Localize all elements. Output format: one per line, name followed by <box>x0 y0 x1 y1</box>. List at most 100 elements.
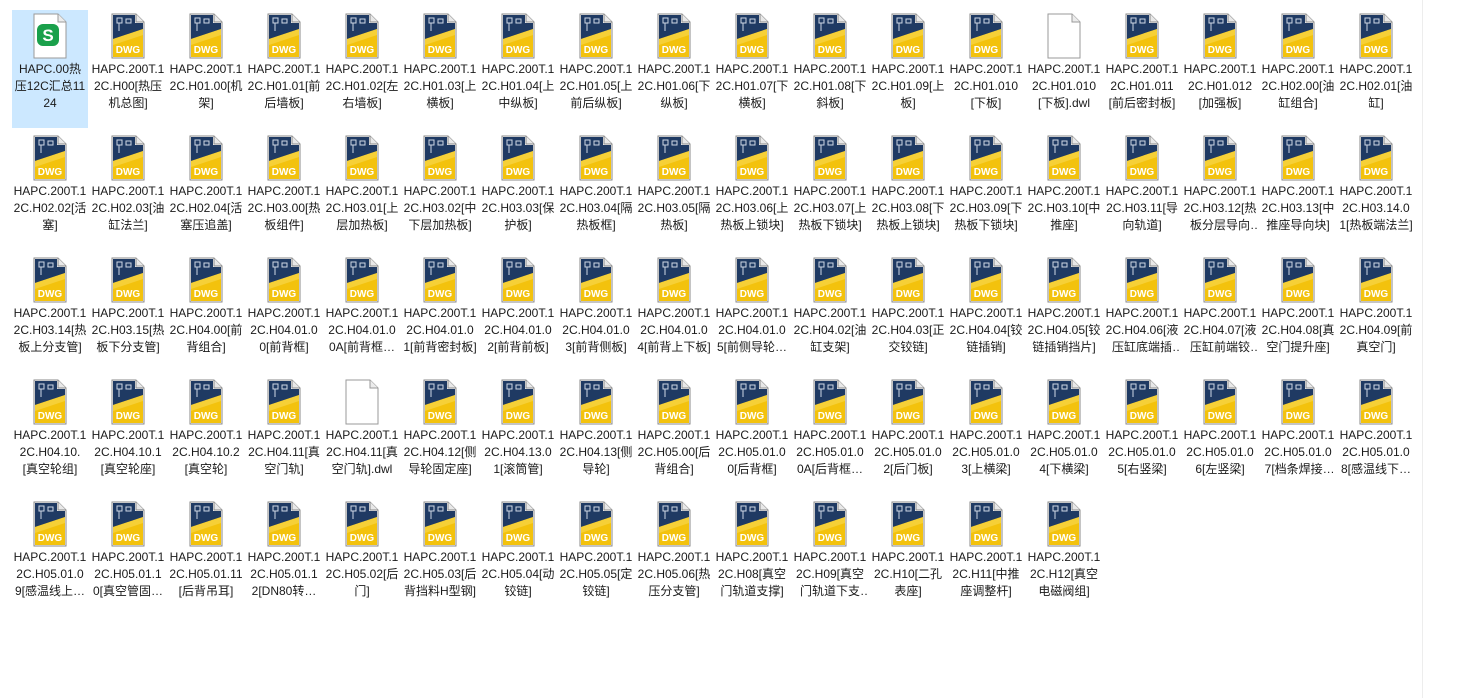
file-item[interactable]: DWG HAPC.200T.12C.H03.05[隔热板] <box>636 132 712 250</box>
file-item[interactable]: DWG HAPC.200T.12C.H01.00[机架] <box>168 10 244 128</box>
file-item[interactable]: DWG HAPC.200T.12C.H01.04[上中纵板] <box>480 10 556 128</box>
file-item[interactable]: DWG HAPC.200T.12C.H03.08[下热板上锁块] <box>870 132 946 250</box>
file-item[interactable]: DWG HAPC.200T.12C.H08[真空门轨道支撑] <box>714 498 790 616</box>
file-item[interactable]: DWG HAPC.200T.12C.H04.01.04[前背上下板] <box>636 254 712 372</box>
dwg-file-icon: DWG <box>264 13 304 59</box>
svg-text:DWG: DWG <box>974 45 999 56</box>
file-name-label: HAPC.200T.12C.H05.01.11[后背吊耳] <box>169 550 243 598</box>
file-item[interactable]: DWG HAPC.200T.12C.H03.09[下热板下锁块] <box>948 132 1024 250</box>
file-item[interactable]: DWG HAPC.200T.12C.H05.02[后门] <box>324 498 400 616</box>
file-item[interactable]: DWG HAPC.200T.12C.H03.07[上热板下锁块] <box>792 132 868 250</box>
file-item[interactable]: DWG HAPC.200T.12C.H03.11[导向轨道] <box>1104 132 1180 250</box>
file-item[interactable]: DWG HAPC.200T.12C.H03.03[保护板] <box>480 132 556 250</box>
file-item[interactable]: DWG HAPC.200T.12C.H03.04[隔热板框] <box>558 132 634 250</box>
file-item[interactable]: DWG HAPC.200T.12C.H03.13[中推座导向块] <box>1260 132 1336 250</box>
file-item[interactable]: DWG HAPC.200T.12C.H02.04[活塞压追盖] <box>168 132 244 250</box>
file-item[interactable]: DWG HAPC.200T.12C.H04.01.02[前背前板] <box>480 254 556 372</box>
file-item[interactable]: DWG HAPC.200T.12C.H05.01.02[后门板] <box>870 376 946 494</box>
file-item[interactable]: DWG HAPC.200T.12C.H01.011[前后密封板] <box>1104 10 1180 128</box>
file-item[interactable]: DWG HAPC.200T.12C.H05.01.06[左竖梁] <box>1182 376 1258 494</box>
svg-text:DWG: DWG <box>1364 411 1389 422</box>
file-item[interactable]: DWG HAPC.200T.12C.H01.010[下板] <box>948 10 1024 128</box>
file-item[interactable]: DWG HAPC.200T.12C.H01.07[下横板] <box>714 10 790 128</box>
file-item[interactable]: DWG HAPC.200T.12C.H04.00[前背组合] <box>168 254 244 372</box>
file-item[interactable]: DWG HAPC.200T.12C.H04.02[油缸支架] <box>792 254 868 372</box>
file-item[interactable]: DWG HAPC.200T.12C.H04.08[真空门提升座] <box>1260 254 1336 372</box>
file-item[interactable]: DWG HAPC.200T.12C.H03.00[热板组件] <box>246 132 322 250</box>
file-item[interactable]: DWG HAPC.200T.12C.H04.09[前真空门] <box>1338 254 1414 372</box>
file-item[interactable]: DWG HAPC.200T.12C.H05.03[后背挡料H型钢] <box>402 498 478 616</box>
file-item[interactable]: DWG HAPC.200T.12C.H03.06[上热板上锁块] <box>714 132 790 250</box>
file-item[interactable]: DWG HAPC.200T.12C.H11[中推座调整杆] <box>948 498 1024 616</box>
file-item[interactable]: DWG HAPC.200T.12C.H04.10.2[真空轮] <box>168 376 244 494</box>
file-item[interactable]: HAPC.200T.12C.H01.010[下板].dwl <box>1026 10 1102 128</box>
file-name-label: HAPC.200T.12C.H05.03[后背挡料H型钢] <box>403 550 477 598</box>
dwg-file-icon: DWG <box>498 257 538 303</box>
file-item[interactable]: DWG HAPC.200T.12C.H05.04[动铰链] <box>480 498 556 616</box>
file-item[interactable]: DWG HAPC.200T.12C.H04.01.03[前背侧板] <box>558 254 634 372</box>
file-item[interactable]: DWG HAPC.200T.12C.H05.00[后背组合] <box>636 376 712 494</box>
file-item[interactable]: DWG HAPC.200T.12C.H01.02[左右墙板] <box>324 10 400 128</box>
file-item[interactable]: DWG HAPC.200T.12C.H03.10[中推座] <box>1026 132 1102 250</box>
file-item[interactable]: DWG HAPC.200T.12C.H05.01.12[DN80转接法兰] <box>246 498 322 616</box>
file-item[interactable]: DWG HAPC.200T.12C.H03.02[中下层加热板] <box>402 132 478 250</box>
file-item[interactable]: DWG HAPC.200T.12C.H05.05[定铰链] <box>558 498 634 616</box>
file-item[interactable]: DWG HAPC.200T.12C.H04.10.1[真空轮座] <box>90 376 166 494</box>
file-item[interactable]: HAPC.200T.12C.H04.11[真空门轨].dwl <box>324 376 400 494</box>
file-item[interactable]: DWG HAPC.200T.12C.H05.01.10[真空管固定板] <box>90 498 166 616</box>
file-item[interactable]: DWG HAPC.200T.12C.H04.04[铰链插销] <box>948 254 1024 372</box>
file-item[interactable]: DWG HAPC.200T.12C.H03.14[热板上分支管] <box>12 254 88 372</box>
svg-text:DWG: DWG <box>662 167 687 178</box>
file-item[interactable]: DWG HAPC.200T.12C.H01.012[加强板] <box>1182 10 1258 128</box>
file-item[interactable]: DWG HAPC.200T.12C.H10[二孔表座] <box>870 498 946 616</box>
file-item[interactable]: DWG HAPC.200T.12C.H02.02[活塞] <box>12 132 88 250</box>
file-item[interactable]: DWG HAPC.200T.12C.H04.12[侧导轮固定座] <box>402 376 478 494</box>
file-item[interactable]: DWG HAPC.200T.12C.H04.01.00[前背框] <box>246 254 322 372</box>
file-item[interactable]: DWG HAPC.200T.12C.H00[热压机总图] <box>90 10 166 128</box>
file-item[interactable]: DWG HAPC.200T.12C.H04.10.[真空轮组] <box>12 376 88 494</box>
file-item[interactable]: DWG HAPC.200T.12C.H02.01[油缸] <box>1338 10 1414 128</box>
file-item[interactable]: DWG HAPC.200T.12C.H01.08[下斜板] <box>792 10 868 128</box>
file-item[interactable]: DWG HAPC.200T.12C.H03.12[热板分层导向块] <box>1182 132 1258 250</box>
file-item[interactable]: DWG HAPC.200T.12C.H04.05[铰链插销挡片] <box>1026 254 1102 372</box>
file-item[interactable]: DWG HAPC.200T.12C.H05.01.00[后背框] <box>714 376 790 494</box>
file-item[interactable]: DWG HAPC.200T.12C.H05.01.03[上横梁] <box>948 376 1024 494</box>
file-item[interactable]: DWG HAPC.200T.12C.H05.01.11[后背吊耳] <box>168 498 244 616</box>
file-item[interactable]: DWG HAPC.200T.12C.H04.01.00A[前背框加工… <box>324 254 400 372</box>
file-item[interactable]: DWG HAPC.200T.12C.H02.00[油缸组合] <box>1260 10 1336 128</box>
file-item[interactable]: DWG HAPC.200T.12C.H01.03[上横板] <box>402 10 478 128</box>
file-item[interactable]: DWG HAPC.200T.12C.H03.14.01[热板端法兰] <box>1338 132 1414 250</box>
file-item[interactable]: DWG HAPC.200T.12C.H04.06[液压缸底端插销] <box>1104 254 1180 372</box>
file-item[interactable]: S HAPC.00热压12C汇总1124 <box>12 10 88 128</box>
file-item[interactable]: DWG HAPC.200T.12C.H04.03[正交铰链] <box>870 254 946 372</box>
file-item[interactable]: DWG HAPC.200T.12C.H12[真空电磁阀组] <box>1026 498 1102 616</box>
file-name-label: HAPC.200T.12C.H03.12[热板分层导向块] <box>1183 184 1257 232</box>
file-item[interactable]: DWG HAPC.200T.12C.H01.06[下纵板] <box>636 10 712 128</box>
file-item[interactable]: DWG HAPC.200T.12C.H04.07[液压缸前端铰链] <box>1182 254 1258 372</box>
file-item[interactable]: DWG HAPC.200T.12C.H05.01.00A[后背框加工… <box>792 376 868 494</box>
file-item[interactable]: DWG HAPC.200T.12C.H05.01.09[感温线上端固… <box>12 498 88 616</box>
file-item[interactable]: DWG HAPC.200T.12C.H05.01.07[档条焊接H型钢] <box>1260 376 1336 494</box>
vertical-scrollbar-track[interactable] <box>1422 0 1423 698</box>
file-name-label: HAPC.200T.12C.H04.11[真空门轨] <box>247 428 321 476</box>
file-item[interactable]: DWG HAPC.200T.12C.H04.01.05[前侧导轮固定… <box>714 254 790 372</box>
file-item[interactable]: DWG HAPC.200T.12C.H04.11[真空门轨] <box>246 376 322 494</box>
file-name-label: HAPC.200T.12C.H02.03[油缸法兰] <box>91 184 165 232</box>
file-item[interactable]: DWG HAPC.200T.12C.H05.01.04[下横梁] <box>1026 376 1102 494</box>
file-item[interactable]: DWG HAPC.200T.12C.H01.05[上前后纵板] <box>558 10 634 128</box>
file-item[interactable]: DWG HAPC.200T.12C.H05.01.08[感温线下端固… <box>1338 376 1414 494</box>
dwg-file-icon: DWG <box>654 13 694 59</box>
file-item[interactable]: DWG HAPC.200T.12C.H04.01.01[前背密封板] <box>402 254 478 372</box>
file-item[interactable]: DWG HAPC.200T.12C.H01.01[前后墙板] <box>246 10 322 128</box>
file-item[interactable]: DWG HAPC.200T.12C.H04.13[侧导轮] <box>558 376 634 494</box>
file-item[interactable]: DWG HAPC.200T.12C.H02.03[油缸法兰] <box>90 132 166 250</box>
file-item[interactable]: DWG HAPC.200T.12C.H04.13.01[滚筒管] <box>480 376 556 494</box>
file-item[interactable]: DWG HAPC.200T.12C.H09[真空门轨道下支撑] <box>792 498 868 616</box>
file-item[interactable]: DWG HAPC.200T.12C.H03.15[热板下分支管] <box>90 254 166 372</box>
dwg-file-icon: DWG <box>1356 379 1396 425</box>
file-item[interactable]: DWG HAPC.200T.12C.H05.06[热压分支管] <box>636 498 712 616</box>
file-item[interactable]: DWG HAPC.200T.12C.H01.09[上板] <box>870 10 946 128</box>
dwg-file-icon: DWG <box>1200 13 1240 59</box>
file-item[interactable]: DWG HAPC.200T.12C.H05.01.05[右竖梁] <box>1104 376 1180 494</box>
file-item[interactable]: DWG HAPC.200T.12C.H03.01[上层加热板] <box>324 132 400 250</box>
